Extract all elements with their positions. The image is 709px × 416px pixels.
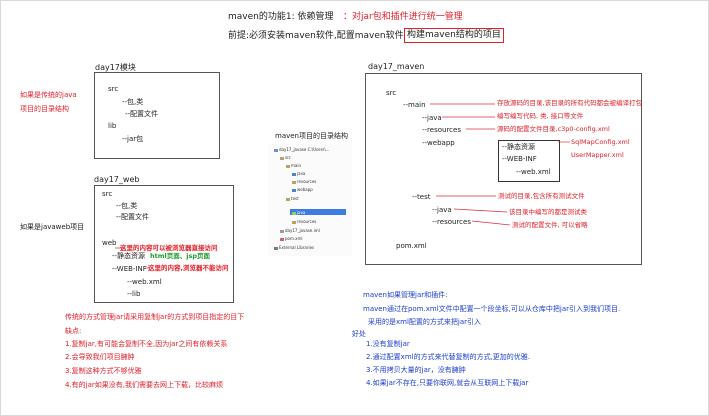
header-premise: 前提:必须安装maven软件,配置maven软件	[228, 31, 404, 41]
folder-icon	[286, 164, 290, 168]
note-usermapper: UserMapper.xml	[571, 151, 624, 159]
tree-item-pom[interactable]: pom.xml	[280, 236, 303, 241]
test-folder-icon	[292, 211, 296, 215]
maven-way-point-3: 3.不用拷贝大量的jar，没有臃肿	[366, 366, 466, 374]
module-icon	[274, 148, 278, 152]
note-test-resources: 测试的配置文件, 可以省略	[512, 221, 588, 229]
day17-web-side-label: 如果是javaweb项目	[20, 223, 85, 231]
maven-line-java: --java	[422, 114, 442, 122]
day17-web-note-pages: html页面、jsp页面	[150, 252, 210, 260]
maven-line-src: src	[386, 89, 397, 97]
header-title-note: ：对jar包和插件进行统一管理	[343, 12, 463, 22]
traditional-intro: 传统的方式管理jar请采用复制jar的方式到项目指定的目下	[65, 313, 245, 321]
maven-line-test-java: --java	[432, 206, 452, 214]
day17-line-src: src	[108, 85, 119, 93]
note-test-java: 该目录中编写的都是测试类	[509, 208, 587, 216]
tree-item-webapp[interactable]: webapp	[292, 187, 313, 192]
note-sqlmapconfig: SqlMapConfig.xml	[571, 138, 630, 146]
maven-way-point-1: 1.没有复制jar	[366, 340, 410, 348]
day17-web-line-package: --包,类	[116, 202, 138, 210]
note-resources: 源码的配置文件目录,c3p0-config.xml	[497, 125, 610, 133]
tree-item-test-java[interactable]: java	[292, 210, 305, 215]
day17-web-line-webxml: --web.xml	[127, 278, 162, 286]
day17-web-line-web: web	[102, 239, 117, 247]
day17-web-box-title: day17_web	[94, 175, 140, 184]
note-java: 编写编写代码, 类, 接口等文件	[497, 112, 584, 120]
maven-line-pom: pom.xml	[396, 242, 427, 250]
tree-item-iml[interactable]: day17_javase.iml	[280, 228, 320, 233]
maven-line-resources: --resources	[422, 126, 461, 134]
day17-side-label-1: 如果是传统的java	[20, 91, 77, 99]
note-test: 测试的目录,包含所有测试文件	[498, 192, 585, 200]
tree-item-java[interactable]: java	[292, 171, 305, 176]
maven-line-webxml: --web.xml	[516, 168, 551, 176]
day17-web-line-webinf: --WEB-INF	[112, 265, 147, 273]
day17-line-package: --包,类	[122, 98, 144, 106]
maven-line-main: --main	[403, 101, 426, 109]
traditional-point-4: 4.有的jar如果没有,我们需要去网上下载，比较麻烦	[65, 381, 224, 389]
maven-line-webinf: --WEB-INF	[502, 155, 537, 163]
folder-icon	[286, 197, 290, 201]
day17-line-lib: lib	[108, 122, 117, 130]
tree-item-external-libraries[interactable]: External Libraries	[274, 245, 314, 250]
day17-side-label-2: 项目的目录结构	[20, 105, 69, 113]
traditional-point-2: 2.会导致我们项目臃肿	[65, 353, 135, 361]
day17-web-line-config: --配置文件	[116, 213, 150, 221]
day17-maven-box-title: day17_maven	[368, 62, 425, 71]
maven-way-intro-3: 采用的是xml配置的方式来把jar引入	[368, 318, 482, 326]
tree-item-test-resources[interactable]: resources	[292, 219, 316, 224]
tree-item-test[interactable]: test	[286, 196, 299, 201]
file-icon	[280, 229, 284, 233]
resource-folder-icon	[292, 220, 296, 224]
traditional-point-1: 1.复制jar,有可能会复制不全,因为jar之间有依赖关系	[65, 340, 228, 348]
maven-line-test-resources: --resources	[432, 218, 471, 226]
day17-line-jar: --jar包	[122, 135, 144, 143]
tree-panel-caption: maven项目的目录结构	[275, 132, 348, 140]
day17-web-line-src: src	[102, 190, 113, 198]
maven-line-static: --静态资源	[502, 143, 536, 151]
maven-way-intro-2: maven通过在pom.xml文件中配置一个段坐标,可以从仓库中把jar引入到我…	[363, 305, 621, 313]
note-main: 存放源码的目录,该目录的所有代码都会被编译打包	[497, 99, 643, 107]
maven-way-point-4: 4.如果jar不存在,只要你联网,就会从互联网上下载jar	[366, 379, 529, 387]
header-premise-box: 构建maven结构的项目	[404, 28, 504, 43]
tree-item-resources[interactable]: resources	[292, 179, 316, 184]
maven-line-webapp: --webapp	[422, 139, 455, 147]
day17-web-line-lib: --lib	[127, 290, 141, 298]
maven-line-test: --test	[412, 193, 431, 201]
tree-item-main[interactable]: main	[286, 163, 301, 168]
tree-item-src[interactable]: src	[280, 155, 291, 160]
traditional-point-3: 3.复制这种方式不够优雅	[65, 367, 142, 375]
maven-way-advantage-label: 好处	[352, 330, 366, 338]
day17-web-line-static: --静态资源	[112, 252, 146, 260]
xml-file-icon	[280, 237, 284, 241]
web-folder-icon	[292, 188, 296, 192]
traditional-cons-label: 缺点:	[65, 327, 82, 335]
header-title: maven的功能1: 依赖管理	[228, 12, 334, 22]
tree-item-root[interactable]: day17_javase C:\Users\...	[274, 147, 330, 152]
day17-line-config: --配置文件	[125, 110, 159, 118]
day17-web-note-webinf: 这里的内容,浏览器不能访问	[148, 264, 229, 272]
maven-way-point-2: 2.通过配置xml的方式来代替复制的方式,更加的优雅.	[366, 353, 531, 361]
folder-icon	[280, 156, 284, 160]
maven-way-intro-1: maven如果管理jar和插件:	[363, 291, 448, 299]
source-folder-icon	[292, 172, 296, 176]
library-icon	[274, 246, 278, 250]
resource-folder-icon	[292, 180, 296, 184]
